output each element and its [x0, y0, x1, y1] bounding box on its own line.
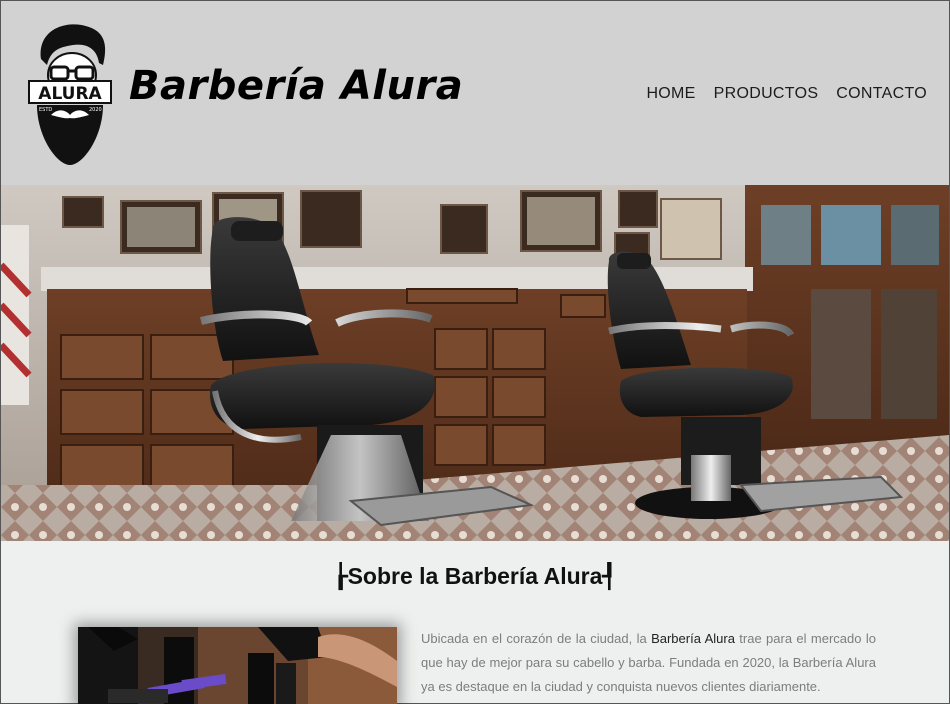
barber-tools-photo [78, 627, 397, 704]
about-heading: ┟Sobre la Barbería Alura┦ [333, 563, 617, 589]
svg-text:2020: 2020 [89, 107, 102, 113]
nav-productos[interactable]: PRODUCTOS [714, 85, 819, 103]
svg-text:ALURA: ALURA [38, 84, 102, 104]
hero-image [1, 185, 949, 541]
svg-text:ESTD: ESTD [39, 107, 52, 113]
barbershop-interior-photo [1, 185, 949, 541]
about-text-part1: Ubicada en el corazón de la ciudad, la [421, 631, 652, 646]
about-heading-text: Sobre la Barbería Alura [347, 563, 603, 589]
about-text: Ubicada en el corazón de la ciudad, la B… [421, 627, 876, 699]
nav-home[interactable]: HOME [646, 85, 695, 103]
main-nav: HOME PRODUCTOS CONTACTO [646, 85, 927, 103]
site-header: ALURA ESTD 2020 Barbería Alura HOME PROD… [1, 1, 949, 185]
logo-icon[interactable]: ALURA ESTD 2020 [27, 19, 113, 167]
nav-contacto[interactable]: CONTACTO [836, 85, 927, 103]
about-image [78, 627, 397, 704]
site-title: Barbería Alura [129, 63, 464, 109]
about-text-brand: Barbería Alura [651, 631, 735, 646]
